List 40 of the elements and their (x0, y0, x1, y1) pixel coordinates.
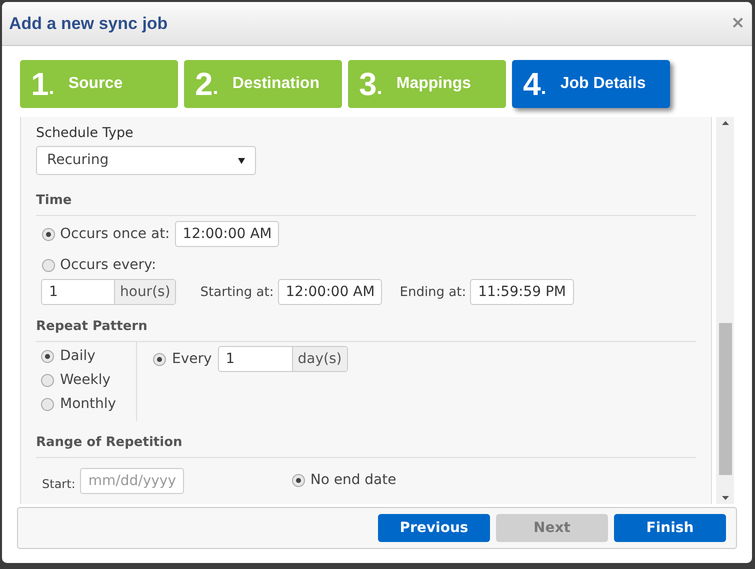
date-input-field[interactable]: mm/dd/yyyy (80, 468, 184, 494)
radio-label: Occurs once at: (60, 224, 170, 244)
wizard-step-tab[interactable]: 4. Job Details (512, 60, 670, 108)
section-heading: Time (36, 193, 72, 208)
section-heading: Range of Repetition (36, 435, 182, 450)
unit-input-field[interactable]: 1 day(s) (218, 346, 348, 372)
wizard-button[interactable]: Finish (614, 514, 726, 542)
radio-button[interactable] (41, 398, 54, 412)
radio-label: No end date (310, 471, 396, 490)
time-input-field[interactable]: 12:00:00 AM (174, 221, 279, 248)
radio-button[interactable] (41, 350, 54, 364)
unit-label: day(s) (292, 347, 347, 372)
radio-label: Occurs every: (60, 256, 156, 276)
scrollbar-thumb[interactable] (718, 322, 732, 474)
field-label: Start: (42, 476, 76, 494)
wizard-button[interactable]: Previous (378, 514, 490, 542)
unit-input-field[interactable]: 1 hour(s) (41, 279, 176, 306)
radio-label: Every (172, 350, 212, 369)
close-button[interactable]: × (730, 10, 745, 36)
section-heading: Repeat Pattern (36, 319, 148, 334)
scroll-up-icon[interactable] (722, 121, 729, 125)
radio-button[interactable] (42, 228, 55, 241)
time-input-field[interactable]: 12:00:00 AM (278, 279, 382, 306)
caret-icon (238, 158, 245, 164)
radio-label: Daily (60, 347, 96, 366)
schedule-type-dropdown[interactable]: Recuring (36, 146, 256, 176)
radio-button[interactable] (42, 259, 55, 272)
scrollbar[interactable] (716, 117, 734, 504)
radio-label: Monthly (60, 395, 116, 414)
time-input-field[interactable]: 11:59:59 PM (470, 279, 574, 306)
field-label: Schedule Type (36, 124, 134, 143)
field-label: Ending at: (400, 284, 466, 302)
unit-label: hour(s) (114, 280, 176, 304)
radio-button[interactable] (292, 474, 306, 488)
radio-button[interactable] (41, 374, 54, 388)
field-label: Starting at: (200, 284, 274, 302)
window-title: Add a new sync job (9, 12, 168, 35)
radio-button[interactable] (153, 352, 166, 366)
scroll-down-icon[interactable] (722, 496, 729, 500)
radio-label: Weekly (60, 371, 111, 390)
